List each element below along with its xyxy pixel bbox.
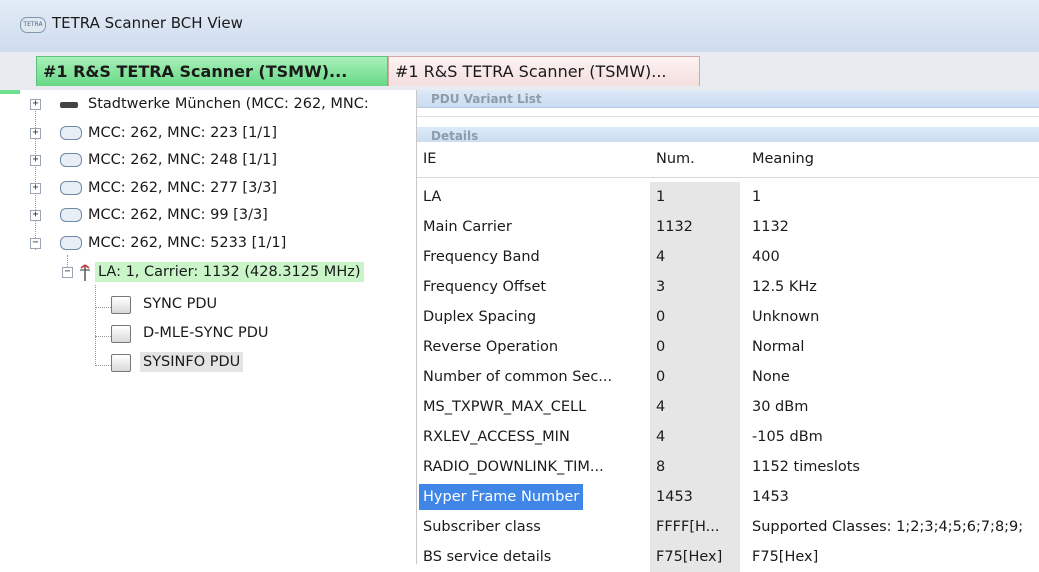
column-header-num[interactable]: Num. [650, 142, 740, 177]
expand-icon[interactable]: + [30, 210, 41, 221]
cell-num: 1132 [650, 212, 740, 242]
cell-ie: BS service details [423, 549, 552, 565]
tree-node-label: Stadtwerke München (MCC: 262, MNC: [88, 96, 369, 112]
table-row[interactable]: Subscriber class FFFF[H... Supported Cla… [417, 512, 1039, 542]
table-row-selected[interactable]: Hyper Frame Number 1453 1453 [417, 482, 1039, 512]
cell-meaning: 1152 timeslots [752, 459, 860, 475]
cell-meaning: F75[Hex] [752, 549, 819, 565]
cell-meaning: 1453 [752, 489, 789, 505]
cell-meaning: Unknown [752, 309, 820, 325]
tetra-network-icon [60, 208, 82, 222]
cell-ie: RXLEV_ACCESS_MIN [423, 429, 570, 445]
cell-ie: Main Carrier [423, 219, 512, 235]
cell-meaning: 12.5 KHz [752, 279, 817, 295]
cell-num: 4 [650, 392, 740, 422]
table-row[interactable]: Duplex Spacing 0 Unknown [417, 302, 1039, 332]
cell-num: 4 [650, 242, 740, 272]
expand-icon[interactable]: + [30, 183, 41, 194]
cell-ie: LA [423, 189, 442, 205]
tetra-app-icon: TETRA [20, 17, 46, 33]
operator-logo-icon [60, 102, 78, 108]
table-row[interactable]: MS_TXPWR_MAX_CELL 4 30 dBm [417, 392, 1039, 422]
cell-ie: Reverse Operation [423, 339, 559, 355]
table-row[interactable]: Reverse Operation 0 Normal [417, 332, 1039, 362]
cell-meaning: Normal [752, 339, 805, 355]
details-pane: PDU Variant List Details IE Num. Meaning… [417, 90, 1039, 572]
tetra-network-icon [60, 126, 82, 140]
cell-ie: Number of common Sec... [423, 369, 613, 385]
tetra-network-icon [60, 236, 82, 250]
tree-node-label: MCC: 262, MNC: 277 [3/3] [88, 180, 278, 196]
pdu-document-icon [111, 354, 131, 372]
cell-num: 8 [650, 452, 740, 482]
tree-node-label: MCC: 262, MNC: 223 [1/1] [88, 125, 278, 141]
cell-ie: RADIO_DOWNLINK_TIM... [423, 459, 604, 475]
title-bar: TETRA TETRA Scanner BCH View [0, 0, 1039, 53]
cell-ie: Duplex Spacing [423, 309, 537, 325]
table-row[interactable]: Frequency Offset 3 12.5 KHz [417, 272, 1039, 302]
tree-node-label: MCC: 262, MNC: 248 [1/1] [88, 152, 278, 168]
cell-num: 0 [650, 332, 740, 362]
cell-ie: Subscriber class [423, 519, 541, 535]
tree-node-label: D-MLE-SYNC PDU [143, 325, 269, 341]
cell-num: 1 [650, 182, 740, 212]
pdu-variant-list[interactable] [417, 108, 1039, 117]
cell-ie: MS_TXPWR_MAX_CELL [423, 399, 587, 415]
tree-connector [95, 336, 111, 337]
table-row[interactable]: RADIO_DOWNLINK_TIM... 8 1152 timeslots [417, 452, 1039, 482]
table-row[interactable]: LA 1 1 [417, 182, 1039, 212]
tree-node-label: SYNC PDU [143, 296, 218, 312]
table-row[interactable]: RXLEV_ACCESS_MIN 4 -105 dBm [417, 422, 1039, 452]
column-header-ie[interactable]: IE [417, 142, 648, 177]
tree-node-label: SYSINFO PDU [140, 352, 244, 372]
tree-connector [35, 100, 36, 250]
table-row[interactable]: Number of common Sec... 0 None [417, 362, 1039, 392]
tetra-network-icon [60, 181, 82, 195]
cell-ie: Frequency Offset [423, 279, 547, 295]
pdu-document-icon [111, 296, 131, 314]
cell-meaning: 30 dBm [752, 399, 809, 415]
expand-icon[interactable]: + [30, 128, 41, 139]
cell-num: 4 [650, 422, 740, 452]
tree-connector [95, 365, 111, 366]
window-title: TETRA Scanner BCH View [52, 14, 243, 32]
cell-meaning: 1 [752, 189, 762, 205]
tab-scanner-inactive[interactable]: #1 R&S TETRA Scanner (TSMW)... [388, 56, 700, 86]
tree-node-label: MCC: 262, MNC: 99 [3/3] [88, 207, 268, 223]
cell-meaning: 400 [752, 249, 780, 265]
tab-strip: #1 R&S TETRA Scanner (TSMW)... #1 R&S TE… [0, 52, 1039, 94]
table-row[interactable]: BS service details F75[Hex] F75[Hex] [417, 542, 1039, 572]
cell-num: 0 [650, 362, 740, 392]
collapse-icon[interactable]: − [30, 238, 41, 249]
cell-meaning: 1132 [752, 219, 789, 235]
selected-cell-ie: Hyper Frame Number [419, 484, 584, 510]
cell-num: 0 [650, 302, 740, 332]
cell-meaning: None [752, 369, 790, 385]
tree-node-label: LA: 1, Carrier: 1132 (428.3125 MHz) [95, 262, 364, 282]
details-grid-header: IE Num. Meaning [417, 142, 1039, 178]
cell-ie: Hyper Frame Number [417, 482, 648, 512]
table-row[interactable]: Main Carrier 1132 1132 [417, 212, 1039, 242]
cell-meaning: -105 dBm [752, 429, 823, 445]
column-header-meaning[interactable]: Meaning [746, 142, 1036, 177]
cell-num: F75[Hex] [650, 542, 740, 572]
expand-icon[interactable]: + [30, 99, 41, 110]
cell-num: 3 [650, 272, 740, 302]
network-tree[interactable]: + Stadtwerke München (MCC: 262, MNC: + M… [20, 90, 417, 564]
cell-num: 1453 [650, 482, 740, 512]
tab-scanner-active[interactable]: #1 R&S TETRA Scanner (TSMW)... [36, 56, 388, 86]
tree-connector [95, 285, 96, 366]
pdu-document-icon [111, 325, 131, 343]
pdu-variant-list-header: PDU Variant List [417, 90, 1039, 108]
tree-connector [95, 307, 111, 308]
cell-meaning: Supported Classes: 1;2;3;4;5;6;7;8;9; [752, 519, 1024, 535]
table-row[interactable]: Frequency Band 4 400 [417, 242, 1039, 272]
collapse-icon[interactable]: − [62, 267, 73, 278]
cell-ie: Frequency Band [423, 249, 540, 265]
tree-node-label: MCC: 262, MNC: 5233 [1/1] [88, 235, 287, 251]
cell-num: FFFF[H... [650, 512, 740, 542]
expand-icon[interactable]: + [30, 155, 41, 166]
tetra-network-icon [60, 153, 82, 167]
antenna-icon [80, 264, 90, 281]
